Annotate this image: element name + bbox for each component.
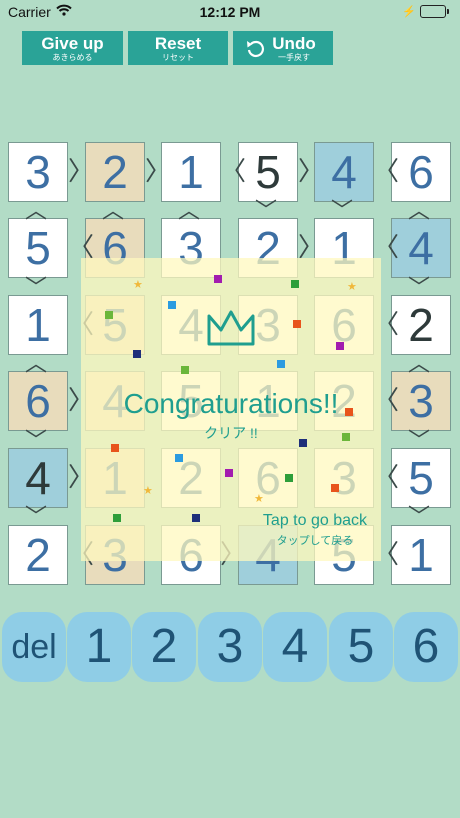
clear-overlay[interactable]: Congraturations!! クリア !! Tap to go back … bbox=[81, 258, 381, 561]
board-cell[interactable]: 5 bbox=[8, 218, 68, 278]
board-cell[interactable]: 3 bbox=[8, 142, 68, 202]
confetti bbox=[192, 514, 200, 522]
number-key-5[interactable]: 5 bbox=[329, 612, 393, 682]
up-caret-icon: ︿ bbox=[408, 351, 431, 376]
board-cell[interactable]: 6 bbox=[8, 371, 68, 431]
up-caret-icon: ︿ bbox=[25, 351, 48, 376]
board-cell[interactable]: 5 bbox=[391, 448, 451, 508]
up-caret-icon: ︿ bbox=[408, 198, 431, 223]
congratulations-title: Congraturations!! bbox=[123, 388, 339, 419]
down-caret-icon: ﹀ bbox=[25, 428, 48, 453]
back-sublabel: タップして戻る bbox=[276, 535, 354, 547]
confetti bbox=[105, 311, 113, 319]
confetti bbox=[331, 484, 339, 492]
up-caret-icon: ︿ bbox=[178, 198, 201, 223]
number-keypad: del 1 2 3 4 5 6 bbox=[0, 612, 460, 682]
board-cell[interactable]: 4 bbox=[391, 218, 451, 278]
number-key-1[interactable]: 1 bbox=[67, 612, 131, 682]
star-icon: ★ bbox=[133, 279, 143, 291]
puzzle-board: 3 2 1 5 4 6 5 6 3 2 1 4 1 5 4 3 6 2 6 4 … bbox=[0, 0, 460, 600]
board-cell[interactable]: 4 bbox=[8, 448, 68, 508]
confetti bbox=[181, 366, 189, 374]
number-key-2[interactable]: 2 bbox=[132, 612, 196, 682]
confetti bbox=[225, 469, 233, 477]
up-caret-icon: ︿ bbox=[25, 198, 48, 223]
confetti bbox=[336, 342, 344, 350]
clear-subtitle: クリア !! bbox=[204, 425, 258, 441]
board-cell[interactable]: 1 bbox=[391, 525, 451, 585]
down-caret-icon: ﹀ bbox=[25, 275, 48, 300]
down-caret-icon: ﹀ bbox=[331, 198, 354, 223]
confetti bbox=[113, 514, 121, 522]
confetti bbox=[285, 474, 293, 482]
down-caret-icon: ﹀ bbox=[408, 428, 431, 453]
confetti bbox=[133, 350, 141, 358]
confetti bbox=[293, 320, 301, 328]
back-label: Tap to go back bbox=[262, 512, 367, 529]
board-cell[interactable]: 2 bbox=[8, 525, 68, 585]
board-cell[interactable]: 1 bbox=[8, 295, 68, 355]
confetti bbox=[111, 444, 119, 452]
board-cell[interactable]: 6 bbox=[391, 142, 451, 202]
down-caret-icon: ﹀ bbox=[408, 504, 431, 529]
up-caret-icon: ︿ bbox=[102, 198, 125, 223]
tap-to-go-back[interactable]: Tap to go back タップして戻る bbox=[263, 512, 367, 548]
number-key-6[interactable]: 6 bbox=[394, 612, 458, 682]
less-than-icon: 〈 bbox=[373, 232, 400, 262]
confetti bbox=[342, 433, 350, 441]
confetti bbox=[168, 301, 176, 309]
confetti bbox=[291, 280, 299, 288]
down-caret-icon: ﹀ bbox=[255, 198, 278, 223]
less-than-icon: 〈 bbox=[68, 232, 95, 262]
less-than-icon: 〈 bbox=[373, 156, 400, 186]
less-than-icon: 〈 bbox=[220, 156, 247, 186]
board-cell[interactable]: 2 bbox=[391, 295, 451, 355]
greater-than-icon: 〉 bbox=[145, 156, 172, 186]
board-cell[interactable]: 5 bbox=[238, 142, 298, 202]
star-icon: ★ bbox=[254, 493, 264, 505]
confetti bbox=[299, 439, 307, 447]
confetti bbox=[175, 454, 183, 462]
greater-than-icon: 〉 bbox=[298, 232, 325, 262]
number-key-3[interactable]: 3 bbox=[198, 612, 262, 682]
down-caret-icon: ﹀ bbox=[408, 275, 431, 300]
star-icon: ★ bbox=[347, 281, 357, 293]
delete-key[interactable]: del bbox=[2, 612, 66, 682]
greater-than-icon: 〉 bbox=[298, 156, 325, 186]
greater-than-icon: 〉 bbox=[68, 156, 95, 186]
board-cell[interactable]: 3 bbox=[391, 371, 451, 431]
crown-icon bbox=[205, 308, 257, 353]
down-caret-icon: ﹀ bbox=[25, 504, 48, 529]
number-key-4[interactable]: 4 bbox=[263, 612, 327, 682]
confetti bbox=[214, 275, 222, 283]
confetti bbox=[345, 408, 353, 416]
star-icon: ★ bbox=[143, 485, 153, 497]
confetti bbox=[277, 360, 285, 368]
